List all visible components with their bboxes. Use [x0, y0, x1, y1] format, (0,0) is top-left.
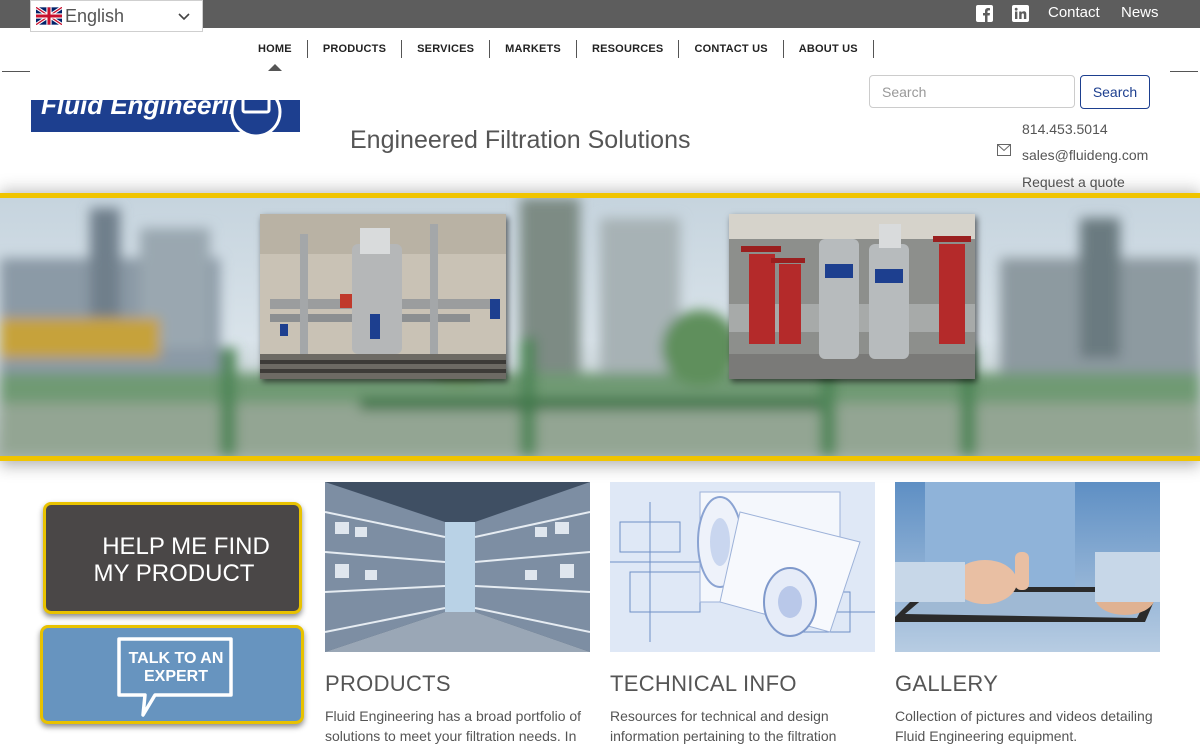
nav-divider-left [2, 71, 30, 72]
gallery-card-image[interactable] [895, 482, 1160, 652]
logo-graphic: Fluid Engineering [31, 100, 300, 138]
technical-info-card-description: Resources for technical and design infor… [610, 708, 837, 744]
help-find-line1: HELP ME FIND [102, 533, 270, 560]
talk-to-expert-label: TALK TO AN EXPERT [121, 650, 231, 686]
phone-number[interactable]: 814.453.5014 [1022, 121, 1108, 137]
help-find-product-button[interactable]: HELP ME FIND MY PRODUCT [43, 502, 302, 614]
talk-expert-line1: TALK TO AN [128, 650, 224, 667]
language-label: English [65, 5, 125, 26]
chevron-down-icon [178, 13, 190, 21]
main-nav: HOME PRODUCTS SERVICES MARKETS RESOURCES… [243, 40, 874, 58]
nav-about-us[interactable]: ABOUT US [784, 40, 874, 58]
logo-text: Fluid Engineering [41, 100, 261, 120]
nav-services[interactable]: SERVICES [402, 40, 491, 58]
help-find-product-label: HELP ME FIND MY PRODUCT [86, 533, 286, 587]
products-card-title[interactable]: PRODUCTS [325, 671, 451, 697]
technical-info-card-image[interactable] [610, 482, 875, 652]
envelope-icon [997, 144, 1011, 156]
nav-markets[interactable]: MARKETS [490, 40, 577, 58]
gallery-card-description: Collection of pictures and videos detail… [895, 708, 1153, 744]
active-nav-indicator [268, 64, 282, 71]
products-card-image[interactable] [325, 482, 590, 652]
nav-contact-us[interactable]: CONTACT US [679, 40, 784, 58]
page-tagline: Engineered Filtration Solutions [350, 126, 691, 154]
help-find-line2: MY PRODUCT [93, 560, 255, 587]
hero-background-image [0, 198, 1200, 456]
search-button[interactable]: Search [1080, 75, 1150, 109]
gallery-card-title[interactable]: GALLERY [895, 671, 998, 697]
email-link[interactable]: sales@fluideng.com [1022, 147, 1148, 163]
request-quote-link[interactable]: Request a quote [1022, 174, 1125, 190]
topbar-contact-link[interactable]: Contact [1048, 4, 1100, 21]
technical-info-card-title[interactable]: TECHNICAL INFO [610, 671, 797, 697]
language-selector[interactable]: English [30, 0, 203, 32]
company-logo[interactable]: Fluid Engineering [31, 100, 300, 140]
hero-banner [0, 193, 1200, 461]
nav-divider-right [1170, 71, 1198, 72]
topbar-news-link[interactable]: News [1121, 4, 1159, 21]
talk-to-expert-button[interactable]: TALK TO AN EXPERT [40, 625, 304, 724]
search-input[interactable] [869, 75, 1075, 108]
facebook-icon[interactable] [976, 5, 993, 22]
nav-resources[interactable]: RESOURCES [577, 40, 680, 58]
nav-home[interactable]: HOME [243, 40, 308, 58]
hero-photo-filter-skid [260, 214, 506, 379]
products-card-description: Fluid Engineering has a broad portfolio … [325, 708, 582, 744]
uk-flag-icon [36, 7, 62, 25]
nav-products[interactable]: PRODUCTS [308, 40, 403, 58]
talk-expert-line2: EXPERT [143, 668, 208, 685]
hero-photo-red-valves [729, 214, 975, 379]
linkedin-icon[interactable] [1012, 5, 1029, 22]
